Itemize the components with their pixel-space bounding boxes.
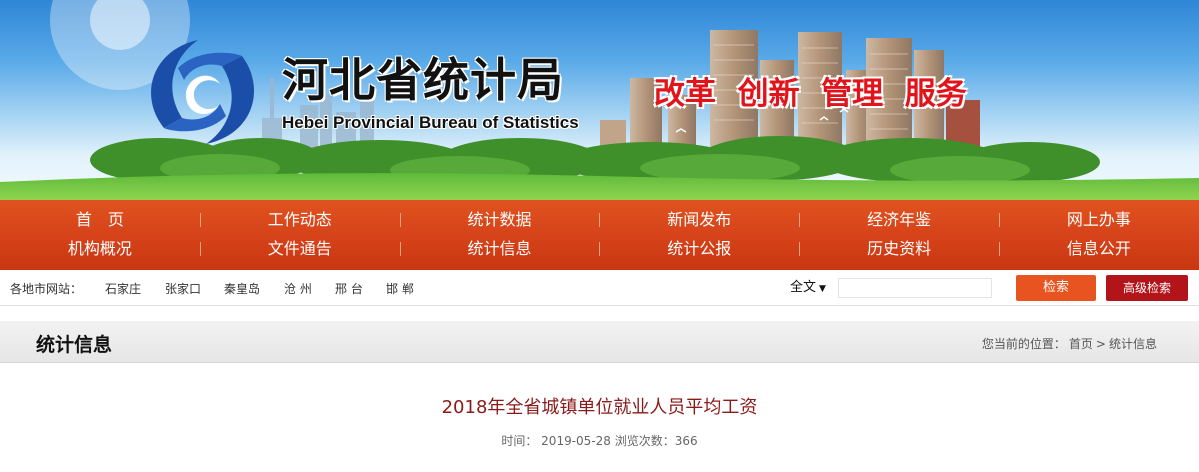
site-subtitle: Hebei Provincial Bureau of Statistics (282, 113, 579, 132)
search-scope-value: 全文 (790, 280, 817, 295)
search-input[interactable] (838, 278, 992, 298)
nav-row-secondary: 机构概况 文件通告 统计信息 统计公报 历史资料 信息公开 (0, 235, 1199, 263)
search-scope-select[interactable]: 全文 ▼ (786, 277, 838, 299)
city-link-handan[interactable]: 邯 郸 (386, 280, 414, 297)
nav-row-primary: 首 页 工作动态 统计数据 新闻发布 经济年鉴 网上办事 (0, 206, 1199, 234)
city-link-xingtai[interactable]: 邢 台 (335, 280, 363, 297)
site-title: 河北省统计局 (282, 53, 564, 107)
nav-item-economic-yearbook[interactable]: 经济年鉴 (799, 206, 999, 234)
nav-item-statistical-data[interactable]: 统计数据 (399, 206, 600, 234)
breadcrumb-prefix: 您当前的位置： (981, 337, 1066, 351)
article-title: 2018年全省城镇单位就业人员平均工资 (441, 397, 758, 418)
nav-item-notices[interactable]: 文件通告 (199, 235, 400, 263)
section-title: 统计信息 (36, 334, 113, 356)
city-link-shijiazhuang[interactable]: 石家庄 (105, 280, 141, 297)
nav-item-online-services[interactable]: 网上办事 (998, 206, 1199, 234)
breadcrumb-separator: > (1095, 337, 1106, 351)
breadcrumb-current[interactable]: 统计信息 (1109, 337, 1157, 351)
search-button[interactable]: 检索 (1016, 275, 1096, 301)
caret-down-icon: ▼ (819, 284, 826, 294)
advanced-search-button[interactable]: 高级检索 (1106, 275, 1188, 301)
nav-item-organization[interactable]: 机构概况 (0, 235, 200, 263)
article-meta: 时间： 2019-05-28 浏览次数：366 (501, 434, 698, 448)
site-banner: 河北省统计局 Hebei Provincial Bureau of Statis… (0, 0, 1199, 200)
city-links-bar: 各地市网站： 石家庄 张家口 秦皇岛 沧 州 邢 台 邯 郸 全文 ▼ 检索 高级… (0, 270, 1199, 306)
nav-item-statistical-bulletin[interactable]: 统计公报 (599, 235, 799, 263)
nav-item-press-release[interactable]: 新闻发布 (599, 206, 799, 234)
nav-item-historical-data[interactable]: 历史资料 (799, 235, 999, 263)
city-link-qinhuangdao[interactable]: 秦皇岛 (224, 280, 260, 297)
hebei-statistics-logo-icon[interactable] (142, 28, 262, 156)
city-link-zhangjiakou[interactable]: 张家口 (165, 280, 201, 297)
banner-slogan: 改革 创新 管理 服务 (654, 76, 967, 112)
nav-item-statistical-info[interactable]: 统计信息 (399, 235, 600, 263)
city-link-cangzhou[interactable]: 沧 州 (284, 280, 312, 297)
main-navigation: 首 页 工作动态 统计数据 新闻发布 经济年鉴 网上办事 机构概况 文件通告 统… (0, 200, 1199, 270)
nav-item-home[interactable]: 首 页 (0, 206, 200, 234)
nav-item-work-news[interactable]: 工作动态 (199, 206, 400, 234)
section-header: 统计信息 您当前的位置： 首页 > 统计信息 (0, 321, 1199, 363)
breadcrumb-home-link[interactable]: 首页 (1069, 337, 1093, 351)
city-links-label: 各地市网站： (10, 282, 83, 296)
breadcrumb: 您当前的位置： 首页 > 统计信息 (979, 335, 1157, 352)
nav-item-info-disclosure[interactable]: 信息公开 (998, 235, 1199, 263)
